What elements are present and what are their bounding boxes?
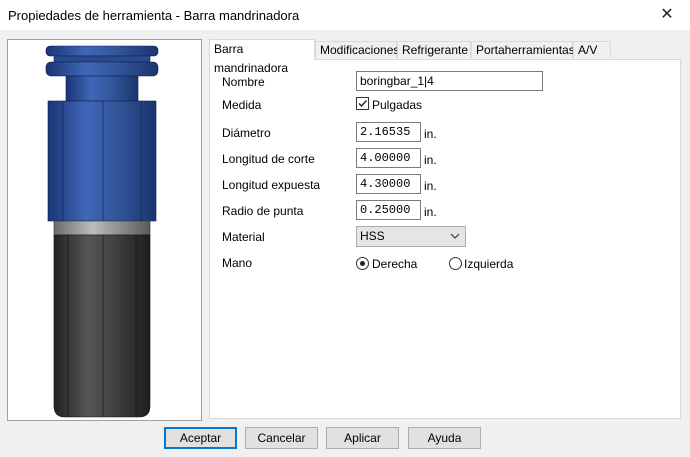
boring-bar-illustration	[45, 45, 159, 418]
radio-punta-unit: in.	[424, 205, 437, 219]
material-select[interactable]: HSS	[356, 226, 466, 247]
longitud-expuesta-label: Longitud expuesta	[222, 178, 321, 192]
chevron-down-icon	[450, 233, 460, 239]
radio-punta-field[interactable]: 0.25000	[356, 200, 421, 220]
nombre-field[interactable]: boringbar_1|4	[356, 71, 543, 91]
pulgadas-label[interactable]: Pulgadas	[372, 98, 422, 112]
longitud-corte-unit: in.	[424, 153, 437, 167]
accept-button[interactable]: Aceptar	[164, 427, 237, 449]
mano-label: Mano	[222, 256, 253, 270]
radio-selected-dot	[360, 261, 365, 266]
tab-barra-mandrinadora[interactable]: Barra mandrinadora	[209, 39, 315, 75]
tab-portaherramientas[interactable]: Portaherramientas	[471, 41, 575, 58]
izquierda-label[interactable]: Izquierda	[464, 257, 513, 271]
medida-label: Medida	[222, 98, 262, 112]
material-label: Material	[222, 230, 265, 244]
title-bar: Propiedades de herramienta - Barra mandr…	[0, 0, 690, 30]
tool-preview	[7, 39, 202, 421]
help-button[interactable]: Ayuda	[408, 427, 481, 449]
longitud-expuesta-field[interactable]: 4.30000	[356, 174, 421, 194]
diametro-unit: in.	[424, 127, 437, 141]
tab-refrigerante[interactable]: Refrigerante	[397, 41, 471, 58]
cancel-button[interactable]: Cancelar	[245, 427, 318, 449]
longitud-corte-field[interactable]: 4.00000	[356, 148, 421, 168]
check-icon	[358, 100, 368, 108]
derecha-radio[interactable]	[356, 257, 369, 270]
tab-av[interactable]: A/V	[573, 41, 611, 58]
tab-modificaciones[interactable]: Modificaciones	[315, 41, 399, 58]
close-icon[interactable]: ✕	[644, 0, 690, 30]
material-value: HSS	[360, 229, 385, 243]
window-title: Propiedades de herramienta - Barra mandr…	[8, 8, 300, 23]
longitud-expuesta-unit: in.	[424, 179, 437, 193]
izquierda-radio[interactable]	[449, 257, 462, 270]
diametro-field[interactable]: 2.16535	[356, 122, 421, 142]
derecha-label[interactable]: Derecha	[372, 257, 417, 271]
apply-button[interactable]: Aplicar	[326, 427, 399, 449]
diametro-label: Diámetro	[222, 126, 271, 140]
longitud-corte-label: Longitud de corte	[222, 152, 315, 166]
radio-punta-label: Radio de punta	[222, 204, 304, 218]
pulgadas-checkbox[interactable]	[356, 97, 369, 110]
